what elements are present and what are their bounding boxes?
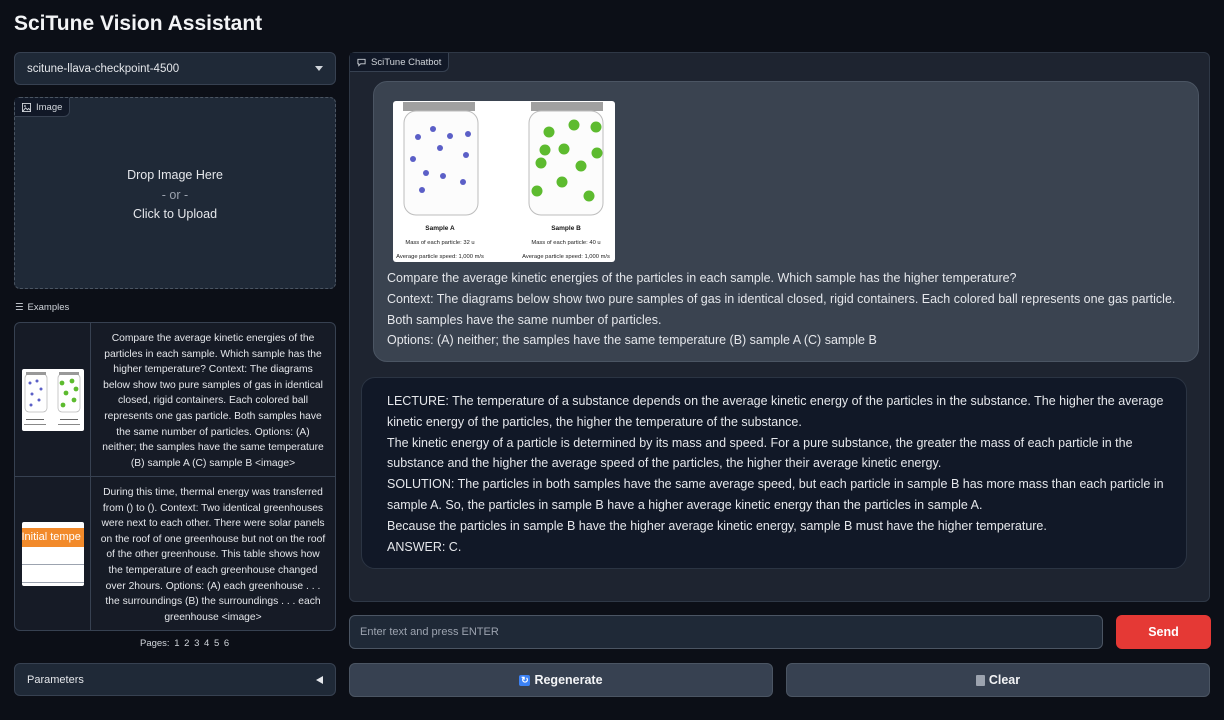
message-input[interactable] xyxy=(350,616,1102,648)
pagination: Pages: 1 2 3 4 5 6 xyxy=(138,638,229,649)
app-title: SciTune Vision Assistant xyxy=(14,12,263,35)
page-link[interactable]: 1 xyxy=(174,638,179,649)
chat-icon xyxy=(357,58,366,67)
message-line: Compare the average kinetic energies of … xyxy=(387,271,1017,285)
page-link[interactable]: 5 xyxy=(214,638,219,649)
examples-table: Compare the average kinetic energies of … xyxy=(14,322,336,631)
regenerate-label: Regenerate xyxy=(534,673,603,687)
model-dropdown[interactable]: scitune-llava-checkpoint-4500 xyxy=(14,52,336,85)
example-row[interactable]: Compare the average kinetic energies of … xyxy=(15,323,335,477)
or-text: - or - xyxy=(161,187,189,202)
example-row[interactable]: Initial tempe During this time, thermal … xyxy=(15,477,335,630)
chatbot-block-label: SciTune Chatbot xyxy=(350,53,450,72)
parameters-accordion[interactable]: Parameters xyxy=(14,663,336,696)
sample-b-title: Sample B xyxy=(551,225,581,232)
examples-label: ☰ Examples xyxy=(15,302,69,313)
message-line: Options: (A) neither; the samples have t… xyxy=(387,333,877,348)
page-link[interactable]: 2 xyxy=(184,638,189,649)
chatbot-panel: SciTune Chatbot Sample A Mass of each pa… xyxy=(349,52,1210,602)
click-upload-text: Click to Upload xyxy=(132,207,218,221)
message-input-wrapper xyxy=(349,615,1103,649)
clear-button[interactable]: Clear xyxy=(786,663,1210,697)
sample-a-mass: Mass of each particle: 32 u xyxy=(405,240,474,246)
message-line: SOLUTION: The particles in both samples … xyxy=(387,477,1164,512)
image-label-text: Image xyxy=(36,101,63,113)
example-thumbnail-jars xyxy=(21,368,84,431)
message-line: The kinetic energy of a particle is dete… xyxy=(387,435,1133,471)
regenerate-button[interactable]: ↻ Regenerate xyxy=(349,663,773,697)
sample-b-mass: Mass of each particle: 40 u xyxy=(531,240,600,246)
table-line xyxy=(21,564,84,565)
example-thumbnail-cell: Initial tempe xyxy=(15,477,91,630)
examples-label-text: Examples xyxy=(27,302,70,313)
page-link[interactable]: 4 xyxy=(204,638,209,649)
sample-a-title: Sample A xyxy=(425,225,455,232)
image-icon xyxy=(22,102,31,112)
list-icon: ☰ xyxy=(15,302,24,313)
collapse-arrow-icon xyxy=(316,675,323,684)
example-text: Compare the average kinetic energies of … xyxy=(102,333,324,469)
model-dropdown-value: scitune-llava-checkpoint-4500 xyxy=(27,62,180,75)
message-line: Because the particles in sample B have t… xyxy=(387,518,1047,533)
example-text: During this time, thermal energy was tra… xyxy=(100,487,326,623)
image-block-label: Image xyxy=(15,98,71,117)
clear-label: Clear xyxy=(988,673,1021,687)
chevron-down-icon xyxy=(315,66,323,71)
parameters-label: Parameters xyxy=(27,673,84,686)
page-link[interactable]: 6 xyxy=(224,638,229,649)
message-line: ANSWER: C. xyxy=(387,539,462,554)
message-image: Sample A Mass of each particle: 32 u Ave… xyxy=(393,101,615,262)
pages-label: Pages: xyxy=(140,638,170,649)
page-link[interactable]: 3 xyxy=(194,638,199,649)
message-line: Context: The diagrams below show two pur… xyxy=(387,291,1176,327)
bot-message: LECTURE: The temperature of a substance … xyxy=(361,377,1187,569)
refresh-icon: ↻ xyxy=(519,674,531,686)
table-line xyxy=(21,582,84,583)
sample-a-speed: Average particle speed: 1,000 m/s xyxy=(396,254,484,260)
image-upload-area[interactable]: Image Drop Image Here - or - Click to Up… xyxy=(14,97,336,289)
send-button[interactable]: Send xyxy=(1116,615,1211,649)
example-thumbnail-cell xyxy=(15,323,91,476)
drop-image-text: Drop Image Here xyxy=(127,168,223,182)
message-line: LECTURE: The temperature of a substance … xyxy=(387,394,1164,429)
chatbot-label-text: SciTune Chatbot xyxy=(371,56,442,68)
example-thumbnail-table: Initial tempe xyxy=(21,522,84,586)
bot-message-text: LECTURE: The temperature of a substance … xyxy=(387,391,1172,557)
drop-instructions: Drop Image Here - or - Click to Upload xyxy=(15,166,335,225)
sample-b-speed: Average particle speed: 1,000 m/s xyxy=(522,254,610,260)
user-message: Sample A Mass of each particle: 32 u Ave… xyxy=(373,81,1199,362)
user-message-text: Compare the average kinetic energies of … xyxy=(387,268,1176,351)
thumbnail-header-text: Initial tempe xyxy=(21,528,84,547)
trash-icon xyxy=(975,674,985,686)
